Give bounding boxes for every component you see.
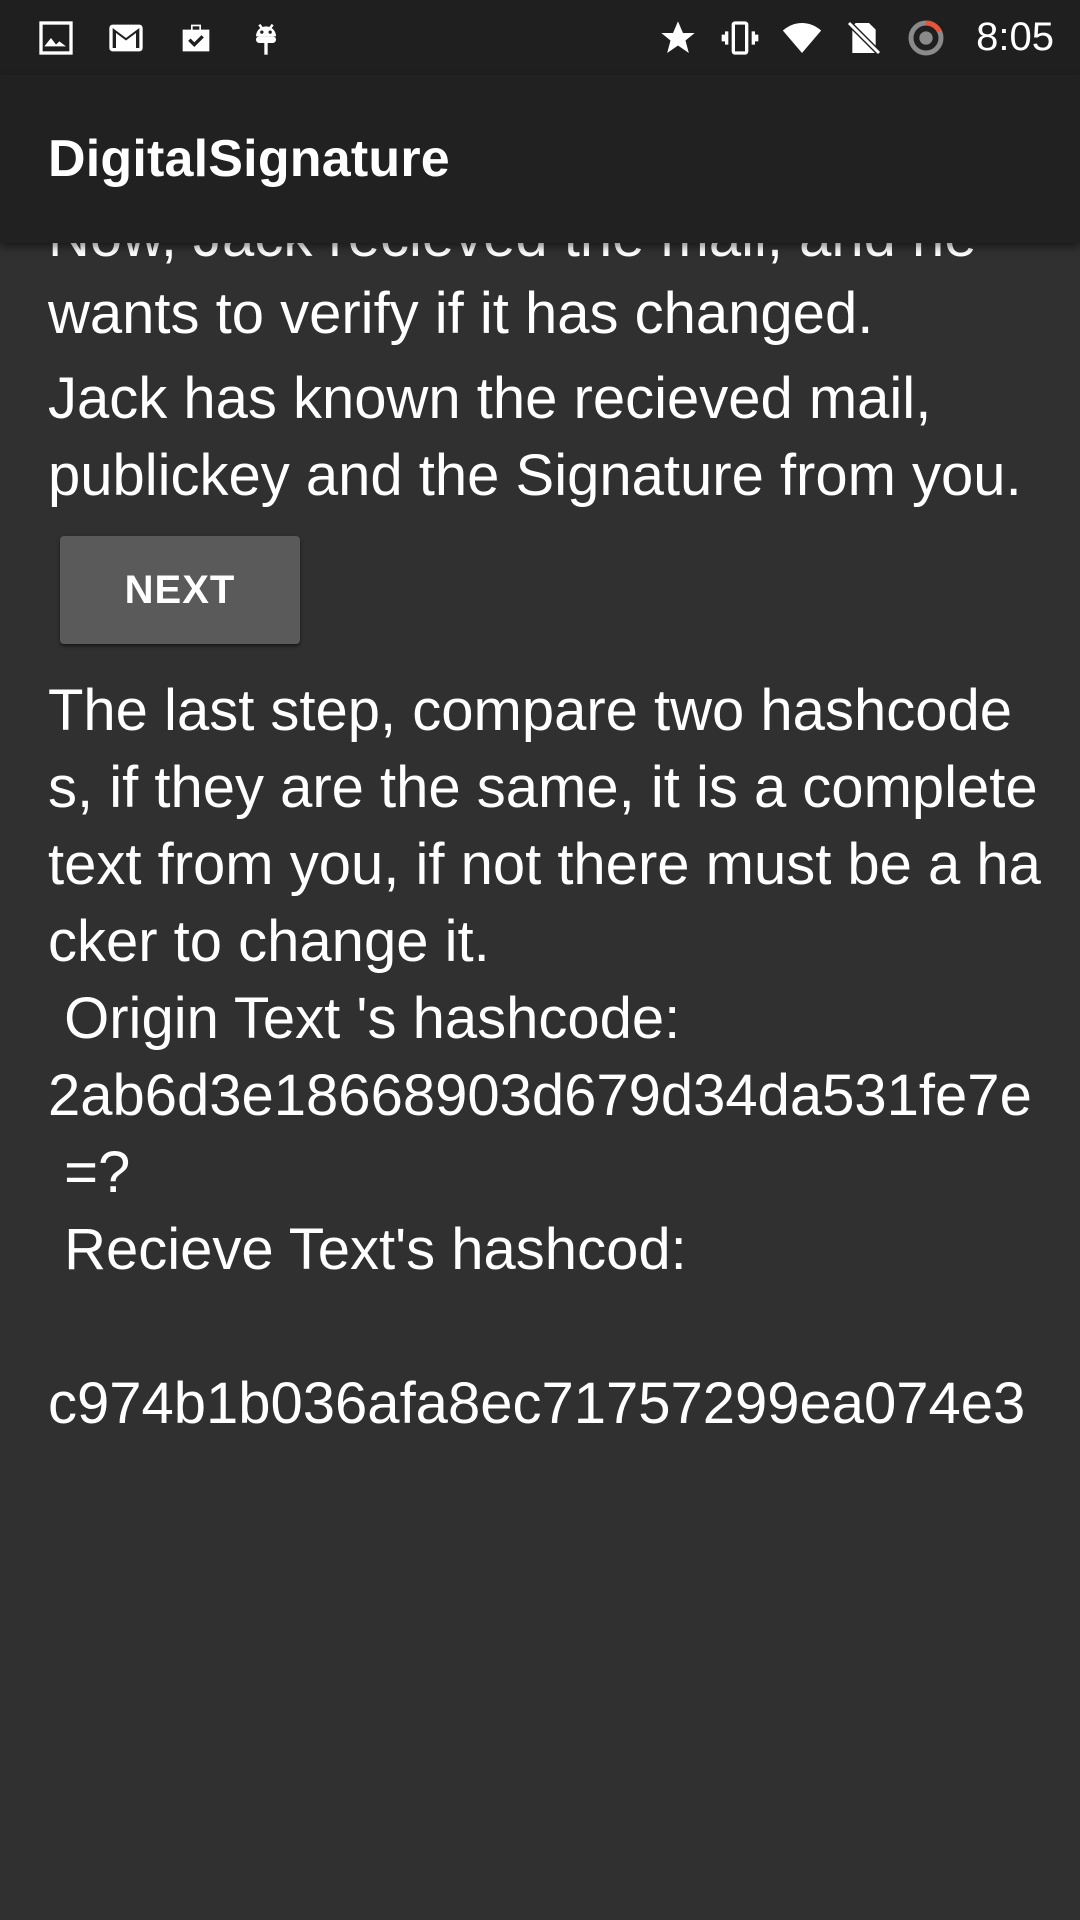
no-sim-icon <box>844 18 884 58</box>
wifi-icon <box>782 18 822 58</box>
hash-comparison-text: The last step, compare two hashcodes, if… <box>48 678 1041 1436</box>
star-icon <box>658 18 698 58</box>
gmail-icon <box>106 18 146 58</box>
status-left-icons <box>36 18 286 58</box>
status-bar: 8:05 <box>0 0 1080 75</box>
android-icon <box>246 18 286 58</box>
scroll-content[interactable]: Now, Jack recieved the mail, and he want… <box>0 243 1080 1920</box>
next-button[interactable]: NEXT <box>60 536 300 644</box>
instruction-text-2: Jack has known the recieved mail, public… <box>48 366 1022 508</box>
content-column: Now, Jack recieved the mail, and he want… <box>48 243 1048 1442</box>
briefcase-check-icon <box>176 18 216 58</box>
vibrate-icon <box>720 18 760 58</box>
status-clock: 8:05 <box>976 15 1054 59</box>
app-title: DigitalSignature <box>48 130 450 188</box>
app-bar: DigitalSignature <box>0 75 1080 243</box>
image-icon <box>36 18 76 58</box>
status-right-icons: 8:05 <box>658 15 1054 60</box>
sync-circle-icon <box>906 18 946 58</box>
instruction-text-1: Now, Jack recieved the mail, and he want… <box>48 243 976 346</box>
